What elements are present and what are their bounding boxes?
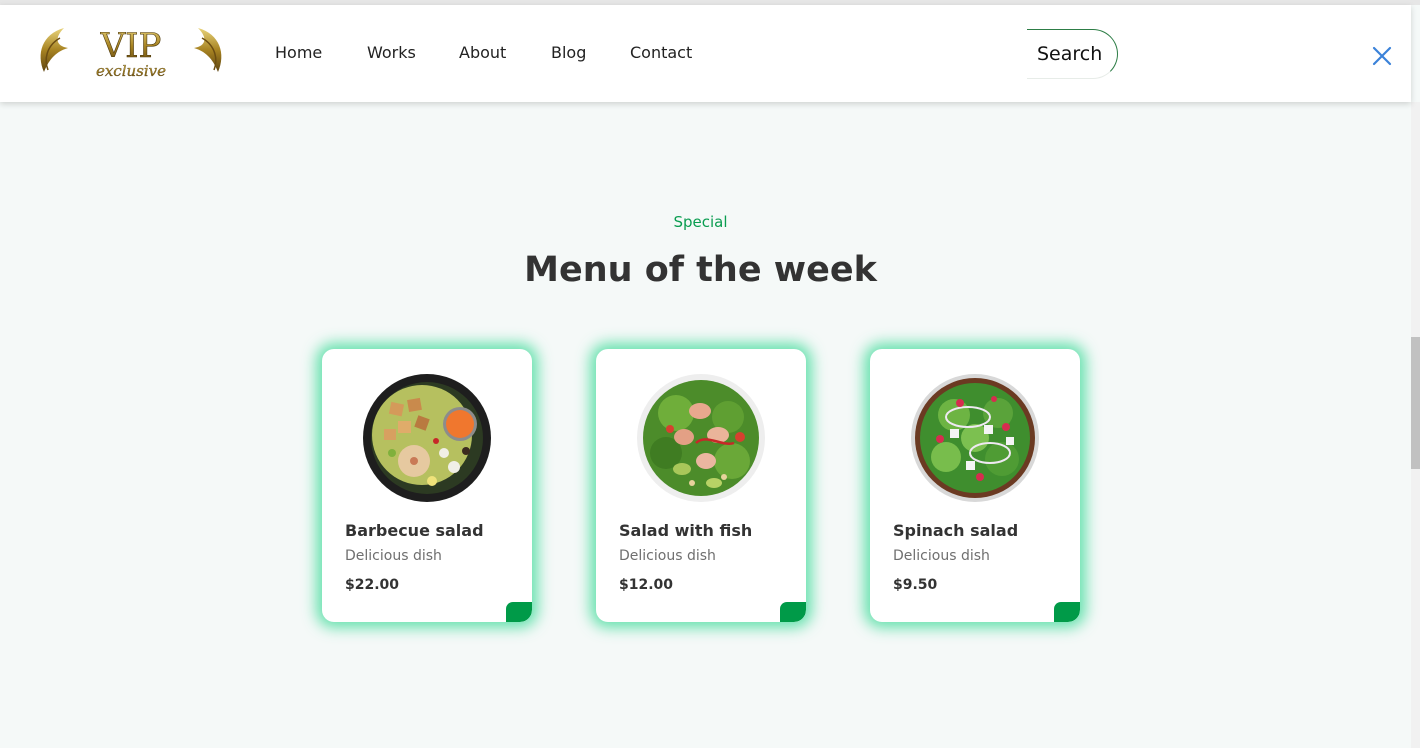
dish-description: Delicious dish bbox=[345, 548, 442, 564]
dish-price: $12.00 bbox=[619, 577, 674, 593]
close-icon[interactable] bbox=[1371, 45, 1393, 67]
nav-about[interactable]: About bbox=[459, 43, 506, 62]
fish-salad-image bbox=[637, 374, 765, 502]
add-to-cart-button[interactable] bbox=[1054, 602, 1080, 622]
nav-contact[interactable]: Contact bbox=[630, 43, 692, 62]
nav-works[interactable]: Works bbox=[367, 43, 416, 62]
menu-card[interactable]: Barbecue salad Delicious dish $22.00 bbox=[322, 349, 532, 622]
menu-card[interactable]: Spinach salad Delicious dish $9.50 bbox=[870, 349, 1080, 622]
dish-name: Barbecue salad bbox=[345, 521, 484, 540]
nav-home[interactable]: Home bbox=[275, 43, 322, 62]
add-to-cart-button[interactable] bbox=[780, 602, 806, 622]
dish-price: $22.00 bbox=[345, 577, 400, 593]
logo-sub-text: exclusive bbox=[96, 62, 166, 78]
search-label: Search bbox=[1037, 43, 1103, 65]
search-button[interactable]: Search bbox=[1027, 29, 1118, 79]
scrollbar-thumb[interactable] bbox=[1411, 337, 1420, 469]
spinach-salad-image bbox=[911, 374, 1039, 502]
nav-blog[interactable]: Blog bbox=[551, 43, 586, 62]
dish-name: Salad with fish bbox=[619, 521, 753, 540]
add-to-cart-button[interactable] bbox=[506, 602, 532, 622]
site-header: VIP exclusive Home Works About Blog Cont… bbox=[0, 5, 1411, 102]
dish-description: Delicious dish bbox=[619, 548, 716, 564]
logo-main-text: VIP bbox=[100, 26, 162, 66]
section-title: Menu of the week bbox=[524, 250, 877, 290]
barbecue-salad-image bbox=[363, 374, 491, 502]
menu-card[interactable]: Salad with fish Delicious dish $12.00 bbox=[596, 349, 806, 622]
dish-price: $9.50 bbox=[893, 577, 938, 593]
dish-name: Spinach salad bbox=[893, 521, 1019, 540]
section-subtitle: Special bbox=[673, 213, 728, 231]
dish-description: Delicious dish bbox=[893, 548, 990, 564]
vip-exclusive-logo[interactable]: VIP exclusive bbox=[34, 24, 228, 78]
